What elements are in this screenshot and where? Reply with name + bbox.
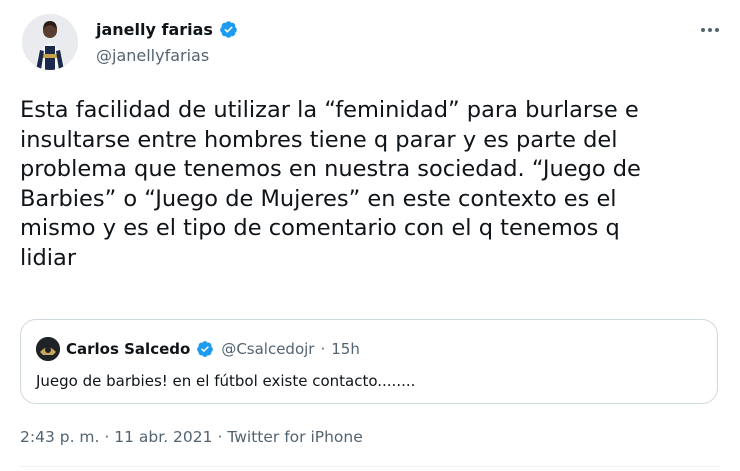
author-handle[interactable]: @janellyfarias — [96, 46, 209, 65]
quoted-tweet[interactable]: Carlos Salcedo @Csalcedojr · 15h Juego d… — [20, 319, 718, 404]
quoted-verified-badge-icon — [196, 340, 215, 359]
more-options-button[interactable] — [698, 20, 722, 40]
quoted-tweet-text: Juego de barbies! en el fútbol existe co… — [36, 372, 416, 390]
author-name-row: janelly farias — [96, 20, 238, 39]
divider — [20, 466, 720, 467]
tweet-meta: 2:43 p. m. · 11 abr. 2021 · Twitter for … — [20, 428, 363, 446]
quoted-author-name: Carlos Salcedo — [66, 340, 191, 358]
quoted-author-handle: @Csalcedojr — [221, 340, 315, 358]
tweet-time[interactable]: 2:43 p. m. — [20, 428, 99, 446]
meta-separator-1: · — [104, 428, 110, 446]
user-avatar-icon — [22, 14, 78, 70]
quoted-separator: · — [320, 340, 326, 358]
tweet-card: janelly farias @janellyfarias Esta facil… — [0, 0, 740, 471]
quoted-timestamp: 15h — [331, 340, 360, 358]
verified-badge-icon — [219, 20, 238, 39]
quoted-tweet-header: Carlos Salcedo @Csalcedojr · 15h — [36, 337, 360, 361]
meta-separator-2: · — [217, 428, 223, 446]
quoted-avatar-icon — [36, 337, 60, 361]
tweet-date[interactable]: 11 abr. 2021 — [114, 428, 212, 446]
author-avatar[interactable] — [22, 14, 78, 70]
tweet-source[interactable]: Twitter for iPhone — [227, 428, 362, 446]
more-options-icon — [701, 28, 719, 32]
quoted-author-avatar — [36, 337, 60, 361]
tweet-text: Esta facilidad de utilizar la “feminidad… — [20, 97, 641, 271]
author-name[interactable]: janelly farias — [96, 20, 213, 39]
